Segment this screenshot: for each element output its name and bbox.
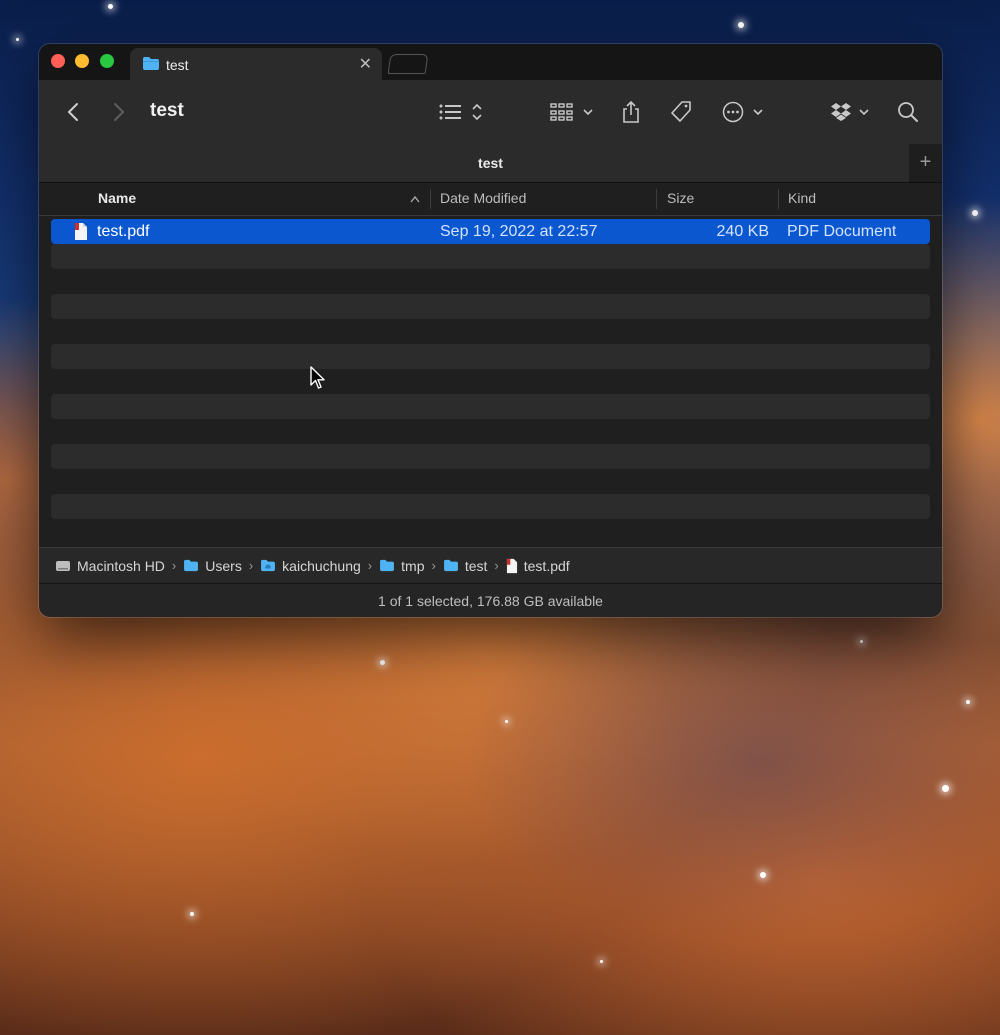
search-button[interactable] bbox=[897, 98, 919, 126]
star bbox=[505, 720, 508, 723]
column-name[interactable]: Name bbox=[98, 190, 136, 206]
pdf-icon bbox=[74, 222, 88, 246]
back-button[interactable] bbox=[67, 98, 79, 126]
tags-button[interactable] bbox=[669, 98, 693, 126]
folder-icon bbox=[183, 559, 199, 572]
ellipsis-circle-icon bbox=[722, 101, 744, 123]
chevron-right-icon: › bbox=[431, 558, 436, 573]
file-date-modified: Sep 19, 2022 at 22:57 bbox=[440, 223, 598, 240]
empty-row bbox=[51, 494, 930, 519]
path-item-test-pdf[interactable]: test.pdf bbox=[506, 558, 570, 574]
zoom-window-button[interactable] bbox=[100, 54, 114, 68]
column-date-modified[interactable]: Date Modified bbox=[440, 190, 526, 206]
star bbox=[738, 22, 744, 28]
column-divider[interactable] bbox=[778, 189, 779, 209]
hard-drive-icon bbox=[55, 559, 71, 573]
star bbox=[860, 640, 863, 643]
path-item-label: test.pdf bbox=[523, 557, 570, 574]
file-kind: PDF Document bbox=[787, 223, 897, 240]
folder-icon bbox=[443, 559, 459, 572]
dropbox-button[interactable] bbox=[830, 98, 870, 126]
home-folder-icon bbox=[260, 559, 276, 572]
group-button[interactable] bbox=[550, 98, 594, 126]
pdf-icon bbox=[506, 558, 518, 574]
path-item-test[interactable]: test bbox=[443, 557, 488, 574]
chevron-right-icon: › bbox=[367, 558, 373, 573]
more-actions-button[interactable] bbox=[722, 98, 764, 126]
path-item-label: kaichuchung bbox=[282, 557, 361, 574]
chevron-right-icon: › bbox=[248, 558, 254, 573]
column-kind[interactable]: Kind bbox=[788, 190, 816, 206]
path-item-tmp[interactable]: tmp bbox=[379, 558, 424, 574]
column-divider[interactable] bbox=[430, 189, 431, 209]
path-item-label: tmp bbox=[401, 557, 425, 574]
file-name: test.pdf bbox=[97, 223, 150, 240]
status-text: 1 of 1 selected, 176.88 GB available bbox=[378, 593, 603, 609]
list-view-icon bbox=[439, 104, 461, 120]
tab-title: test bbox=[166, 57, 189, 73]
forward-button[interactable] bbox=[113, 98, 125, 126]
empty-row bbox=[51, 444, 930, 469]
star bbox=[16, 38, 19, 41]
path-item-users[interactable]: Users bbox=[183, 558, 242, 574]
tab-test[interactable]: test ✕ bbox=[130, 48, 382, 80]
add-tab-button[interactable]: + bbox=[909, 144, 942, 182]
star bbox=[108, 4, 113, 9]
path-title-bar: test bbox=[39, 144, 909, 182]
window-title: test bbox=[150, 100, 184, 121]
path-item-label: test bbox=[464, 557, 488, 574]
empty-row bbox=[51, 344, 930, 369]
chevron-right-icon bbox=[114, 103, 125, 121]
search-icon bbox=[898, 102, 918, 122]
folder-icon bbox=[379, 559, 395, 572]
star bbox=[760, 872, 766, 878]
chevron-left-icon bbox=[67, 103, 78, 121]
file-size: 240 KB bbox=[716, 223, 769, 240]
tag-icon bbox=[671, 101, 691, 122]
empty-row bbox=[51, 244, 930, 269]
chevron-right-icon: › bbox=[494, 558, 499, 573]
path-item-label: Macintosh HD bbox=[77, 557, 165, 574]
status-bar: 1 of 1 selected, 176.88 GB available bbox=[39, 583, 942, 617]
close-tab-icon[interactable]: ✕ bbox=[359, 54, 372, 74]
chevron-down-icon bbox=[859, 109, 869, 116]
toolbar: test bbox=[39, 80, 942, 144]
star bbox=[190, 912, 194, 916]
column-header: Name Date Modified Size Kind bbox=[39, 182, 942, 216]
view-mode-button[interactable] bbox=[439, 98, 483, 126]
star bbox=[600, 960, 603, 963]
star bbox=[380, 660, 385, 665]
folder-icon bbox=[142, 56, 160, 76]
star bbox=[966, 700, 970, 704]
star bbox=[942, 785, 949, 792]
path-item-macintosh-hd[interactable]: Macintosh HD bbox=[55, 558, 165, 574]
tab-bar: test ✕ bbox=[39, 44, 942, 80]
close-window-button[interactable] bbox=[51, 54, 65, 68]
path-bar: Macintosh HD › Users › kaichuchung › tmp… bbox=[39, 547, 942, 583]
path-item-label: Users bbox=[205, 557, 242, 574]
dropbox-icon bbox=[831, 103, 851, 121]
current-folder-title: test bbox=[478, 155, 503, 171]
column-size[interactable]: Size bbox=[667, 190, 694, 206]
sort-ascending-icon bbox=[410, 195, 420, 203]
minimize-window-button[interactable] bbox=[75, 54, 89, 68]
empty-row bbox=[51, 394, 930, 419]
path-item-kaichuchung[interactable]: kaichuchung bbox=[260, 558, 361, 574]
finder-window: test ✕ test test + Name Date Modified Si… bbox=[39, 44, 942, 617]
new-tab-button[interactable] bbox=[387, 54, 429, 74]
chevron-right-icon: › bbox=[171, 558, 177, 573]
empty-row bbox=[51, 294, 930, 319]
file-row-test-pdf[interactable]: test.pdf Sep 19, 2022 at 22:57 240 KB PD… bbox=[51, 219, 930, 244]
share-button[interactable] bbox=[621, 98, 641, 126]
chevron-down-icon bbox=[583, 109, 593, 116]
chevron-updown-icon bbox=[472, 103, 482, 121]
mouse-pointer-icon bbox=[310, 366, 325, 389]
chevron-down-icon bbox=[753, 109, 763, 116]
star bbox=[972, 210, 978, 216]
column-divider[interactable] bbox=[656, 189, 657, 209]
grid-group-icon bbox=[550, 103, 573, 121]
share-icon bbox=[623, 100, 639, 123]
